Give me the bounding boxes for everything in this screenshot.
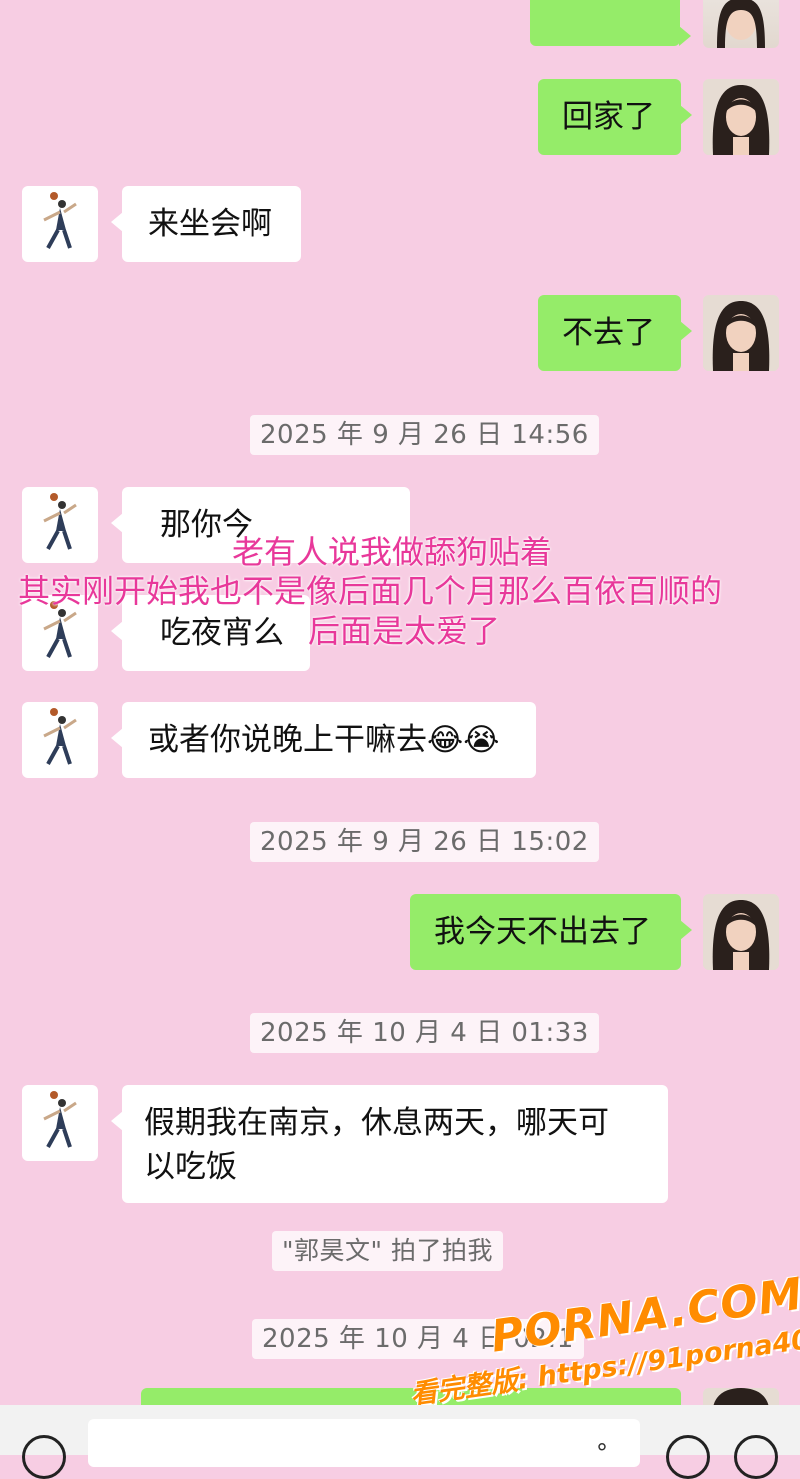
- voice-icon[interactable]: [22, 1435, 66, 1479]
- message-input[interactable]: °: [88, 1419, 640, 1467]
- avatar-self[interactable]: [703, 0, 779, 48]
- message-text: 不去了: [562, 315, 655, 351]
- chat-input-bar: °: [0, 1405, 800, 1479]
- timestamp: 2025 年 9 月 26 日 15:02: [250, 822, 599, 862]
- message-bubble-sent[interactable]: 回家了: [538, 79, 692, 155]
- input-hint-glyph: °: [596, 1439, 608, 1467]
- message-bubble-received[interactable]: 来坐会啊: [111, 186, 301, 262]
- avatar-contact[interactable]: [22, 1085, 98, 1161]
- message-text: 来坐会啊: [148, 206, 272, 242]
- avatar-self[interactable]: [703, 295, 779, 371]
- plus-icon[interactable]: [734, 1435, 778, 1479]
- message-bubble-received[interactable]: 或者你说晚上干嘛去😂😭: [111, 702, 536, 778]
- message-bubble-sent[interactable]: 不去了: [538, 295, 692, 371]
- avatar-self[interactable]: [703, 79, 779, 155]
- avatar-contact[interactable]: [22, 186, 98, 262]
- message-bubble-received[interactable]: 假期我在南京，休息两天，哪天可以吃饭: [111, 1085, 668, 1203]
- system-pat-message: "郭昊文" 拍了拍我: [272, 1231, 503, 1271]
- avatar-contact[interactable]: [22, 487, 98, 563]
- message-text: 回家了: [562, 99, 655, 135]
- overlay-caption-line3: 后面是太爱了: [308, 612, 501, 650]
- avatar-contact[interactable]: [22, 702, 98, 778]
- avatar-self[interactable]: [703, 894, 779, 970]
- message-text: 吃夜宵么: [160, 615, 284, 651]
- message-text: 假期我在南京，休息两天，哪天可以吃饭: [144, 1105, 609, 1185]
- message-text: 或者你说晚上干嘛去😂😭: [148, 722, 500, 758]
- timestamp: 2025 年 10 月 4 日 01:33: [250, 1013, 599, 1053]
- timestamp: 2025 年 9 月 26 日 14:56: [250, 415, 599, 455]
- emoji-icon[interactable]: [666, 1435, 710, 1479]
- message-bubble-sent[interactable]: 我今天不出去了: [410, 894, 692, 970]
- message-text: 我今天不出去了: [434, 914, 651, 950]
- message-bubble-partial[interactable]: [530, 0, 691, 46]
